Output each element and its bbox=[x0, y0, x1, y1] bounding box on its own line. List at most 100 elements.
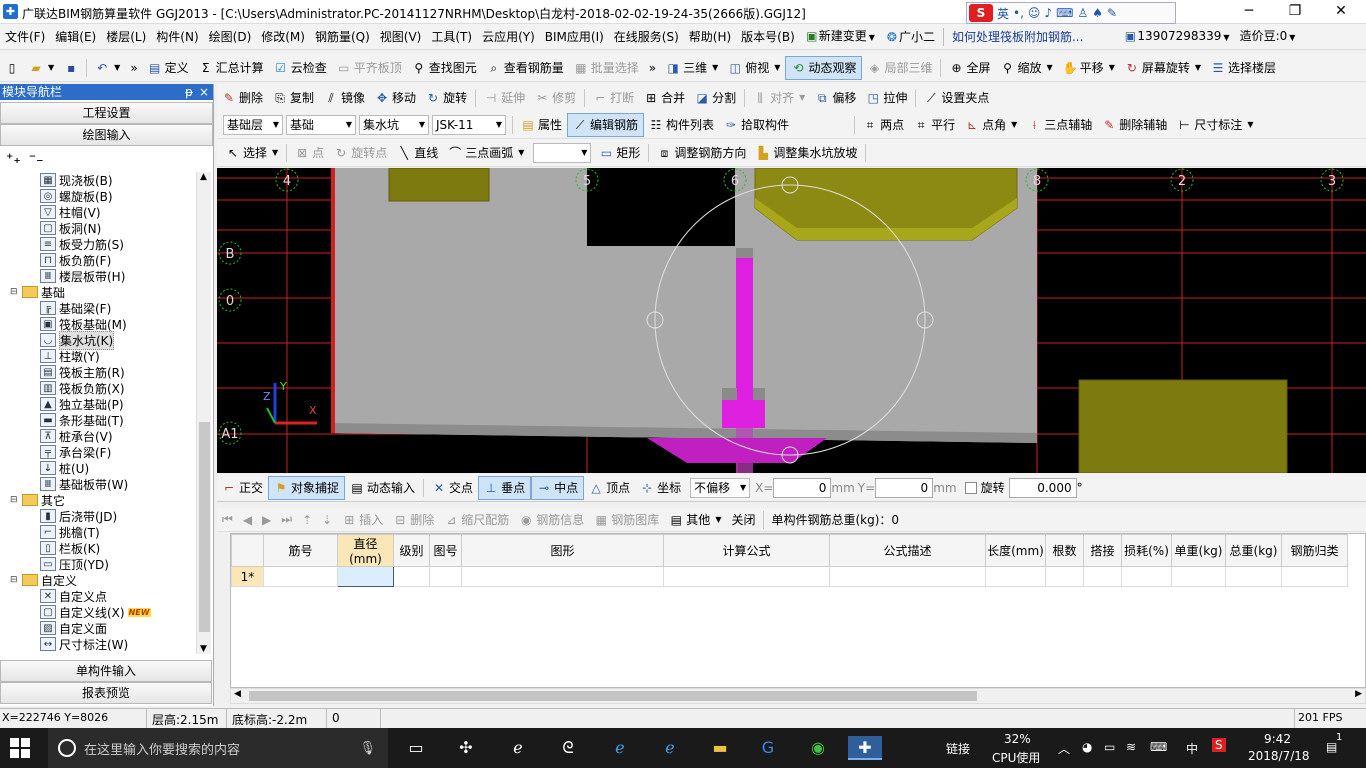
tree-item[interactable]: ▢ 自定义线(X) NEW bbox=[40, 604, 151, 620]
fan-app-icon[interactable]: ✣ bbox=[452, 736, 480, 760]
cell-formula-desc[interactable] bbox=[829, 566, 986, 587]
align-button[interactable]: ⫼ 对齐 ▼ bbox=[748, 86, 810, 110]
tree-toggle-icon[interactable]: ⊟ bbox=[10, 287, 19, 297]
scroll-up-icon[interactable]: ▲ bbox=[200, 172, 207, 182]
ggj-app-icon[interactable]: ✚ bbox=[848, 736, 882, 760]
properties-button[interactable]: ▤ 属性 bbox=[516, 113, 567, 137]
point-button[interactable]: ⊠ 点 bbox=[290, 141, 329, 165]
scale-rebar-button[interactable]: ⊿ 缩尺配筋 bbox=[439, 508, 514, 532]
sogou-ime-icon[interactable]: S bbox=[969, 4, 993, 22]
sogou-tray-icon[interactable]: S bbox=[1212, 738, 1226, 752]
ime-emoji-icon[interactable]: ☺ bbox=[1028, 6, 1041, 20]
parallel-axis-button[interactable]: ⌗ 平行 bbox=[909, 113, 960, 137]
col-figure-no[interactable]: 图号 bbox=[429, 534, 462, 567]
component-name-select[interactable]: JSK-11 ▼ bbox=[432, 114, 506, 135]
scrollbar-thumb[interactable] bbox=[199, 422, 210, 632]
col-rebar-class[interactable]: 钢筋归类 bbox=[1281, 534, 1348, 567]
tree-item[interactable]: Ⅲ 基础板带(W) bbox=[40, 476, 128, 492]
fullscreen-button[interactable]: ⊕ 全屏 bbox=[944, 56, 995, 80]
cell-bar-number[interactable] bbox=[263, 566, 338, 587]
category-select[interactable]: 基础 ▼ bbox=[286, 114, 356, 135]
cost-beans[interactable]: 造价豆:0 ▼ bbox=[1235, 23, 1301, 51]
drawing-input-button[interactable]: 绘图输入 bbox=[0, 124, 213, 146]
undo-button[interactable]: ↶ ▼ bbox=[90, 56, 125, 80]
tree-item[interactable]: ▤ 筏板主筋(R) bbox=[40, 364, 125, 380]
tree-item[interactable]: ⊟ 其它 bbox=[10, 492, 65, 508]
ime-mic-icon[interactable]: ♪ bbox=[1044, 6, 1052, 20]
x-offset-input[interactable]: 0 bbox=[773, 477, 832, 498]
cell-diameter[interactable] bbox=[337, 566, 394, 587]
tree-item[interactable]: ⊼ 桩承台(V) bbox=[40, 428, 113, 444]
midpoint-snap-button[interactable]: ⊸ 中点 bbox=[531, 475, 585, 500]
intersection-snap-button[interactable]: ✕ 交点 bbox=[427, 476, 478, 500]
dynamic-orbit-button[interactable]: ⟲ 动态观察 bbox=[785, 55, 863, 80]
menu-view[interactable]: 视图(V) bbox=[375, 24, 427, 50]
extend-button[interactable]: ⊣ 延伸 bbox=[479, 86, 530, 110]
move-down-button[interactable]: ⇣ bbox=[317, 508, 337, 532]
type-select[interactable]: 集水坑 ▼ bbox=[359, 114, 429, 135]
task-view-icon[interactable]: ▭ bbox=[402, 736, 430, 760]
rotate-point-button[interactable]: ↻ 旋转点 bbox=[329, 141, 392, 165]
tree-item[interactable]: ╔ 基础梁(F) bbox=[40, 300, 111, 316]
ime-toolbar[interactable]: S 英 •, ☺ ♪ ⌨ ♙ ♠ ✎ bbox=[966, 2, 1176, 24]
pan-button[interactable]: ✋ 平移 ▼ bbox=[1058, 56, 1120, 80]
col-loss[interactable]: 损耗(%) bbox=[1121, 534, 1172, 567]
tree-toggle-icon[interactable]: ⊟ bbox=[10, 495, 19, 505]
col-diameter[interactable]: 直径(mm) bbox=[337, 534, 394, 567]
local-3d-button[interactable]: ◈ 局部三维 bbox=[862, 56, 937, 80]
rotate-button[interactable]: ↻ 旋转 bbox=[421, 86, 472, 110]
edge-icon[interactable]: ℯ bbox=[606, 736, 634, 760]
select-floor-button[interactable]: ☰ 选择楼层 bbox=[1206, 56, 1281, 80]
menu-cloud[interactable]: 云应用(Y) bbox=[477, 24, 540, 50]
menu-version[interactable]: 版本号(B) bbox=[736, 24, 800, 50]
menu-rebar-qty[interactable]: 钢筋量(Q) bbox=[310, 24, 375, 50]
delete-button[interactable]: ✎ 删除 bbox=[217, 86, 268, 110]
overflow-button-2[interactable]: » bbox=[644, 56, 661, 80]
start-button[interactable] bbox=[10, 738, 30, 758]
tree-item[interactable]: ▬ 条形基础(T) bbox=[40, 412, 124, 428]
scroll-down-icon[interactable]: ▼ bbox=[200, 644, 207, 654]
menu-component[interactable]: 构件(N) bbox=[151, 24, 203, 50]
move-up-button[interactable]: ⇡ bbox=[297, 508, 317, 532]
close-pane-icon[interactable]: × bbox=[199, 84, 209, 100]
coordinate-snap-button[interactable]: ⊹ 坐标 bbox=[635, 476, 686, 500]
mirror-button[interactable]: ⫽ 镜像 bbox=[319, 86, 370, 110]
drawing-canvas[interactable]: 4 5 6 8 2 3 B 0 A1 Z Y X bbox=[217, 168, 1366, 473]
tree-item[interactable]: ▯ 栏板(K) bbox=[40, 540, 100, 556]
link-toolbar[interactable]: 链接 bbox=[946, 740, 970, 757]
input-language[interactable]: 中 bbox=[1186, 740, 1198, 757]
project-settings-button[interactable]: 工程设置 bbox=[0, 102, 213, 124]
menu-online[interactable]: 在线服务(S) bbox=[609, 24, 684, 50]
three-point-axis-button[interactable]: ⟊ 三点辅轴 bbox=[1022, 113, 1097, 137]
tray-expand-icon[interactable]: ︿ bbox=[1058, 740, 1070, 757]
table-row[interactable]: 1* bbox=[231, 566, 1348, 587]
cell-unit-weight[interactable] bbox=[1171, 566, 1226, 587]
dimension-button[interactable]: ⊢ 尺寸标注 ▼ bbox=[1172, 113, 1258, 137]
cell-lap[interactable] bbox=[1083, 566, 1122, 587]
overflow-button[interactable]: » bbox=[125, 56, 142, 80]
tree-item[interactable]: ⊟ 自定义 bbox=[10, 572, 77, 588]
offset-button[interactable]: ⧉ 偏移 bbox=[810, 86, 861, 110]
browser-e-icon[interactable]: ℯ bbox=[504, 736, 532, 760]
point-angle-button[interactable]: ⊾ 点角 ▼ bbox=[960, 113, 1022, 137]
edit-rebar-button[interactable]: ⟋ 编辑钢筋 bbox=[567, 112, 645, 137]
scrollbar-thumb[interactable] bbox=[249, 691, 977, 701]
delete-row-button[interactable]: ⊟ 删除 bbox=[388, 508, 439, 532]
col-unit-weight[interactable]: 单重(kg) bbox=[1171, 534, 1226, 567]
other-button[interactable]: ▤ 其他 ▼ bbox=[664, 508, 726, 532]
align-slab-top-button[interactable]: ▭ 平齐板顶 bbox=[332, 56, 407, 80]
3d-view-button[interactable]: ◨ 三维 ▼ bbox=[661, 56, 723, 80]
summary-calc-button[interactable]: Σ 汇总计算 bbox=[194, 56, 269, 80]
dynamic-input-button[interactable]: ▤ 动态输入 bbox=[345, 476, 420, 500]
pit-slope[interactable] bbox=[647, 438, 827, 463]
last-record-button[interactable]: ⏭ bbox=[276, 508, 297, 532]
ortho-button[interactable]: ⌐ 正交 bbox=[217, 476, 268, 500]
tree-scrollbar[interactable]: ▲ ▼ bbox=[196, 172, 211, 654]
menu-help[interactable]: 帮助(H) bbox=[684, 24, 736, 50]
user-account[interactable]: ▣13907298339 ▼ bbox=[1118, 23, 1234, 51]
save-button[interactable]: ▪ bbox=[59, 56, 83, 80]
cell-rebar-class[interactable] bbox=[1281, 566, 1348, 587]
vertex-snap-button[interactable]: △ 顶点 bbox=[584, 476, 635, 500]
tree-item[interactable]: ⌐ 挑檐(T) bbox=[40, 524, 100, 540]
cell-shape[interactable] bbox=[461, 566, 664, 587]
